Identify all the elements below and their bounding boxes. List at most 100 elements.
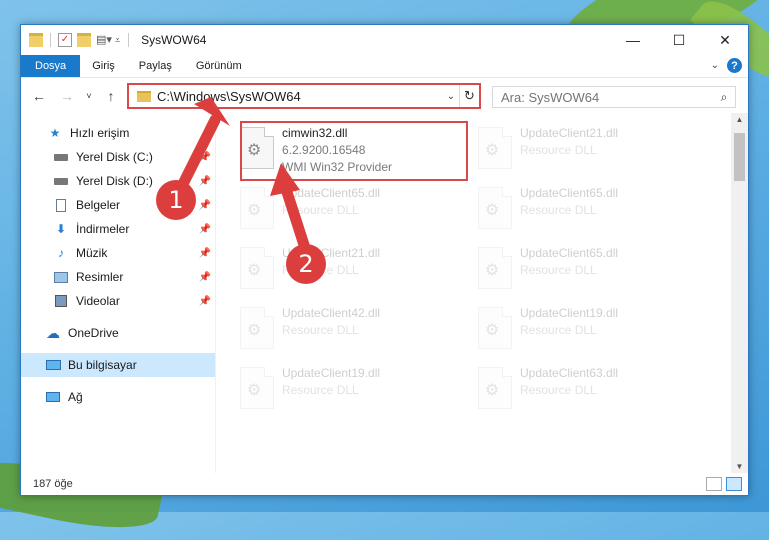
dll-file-icon: ⚙ xyxy=(240,127,274,169)
file-list: ⚙ cimwin32.dll 6.2.9200.16548 WMI Win32 … xyxy=(215,113,748,473)
sidebar-item-this-pc[interactable]: Bu bilgisayar xyxy=(21,353,215,377)
file-tile[interactable]: ⚙ UpdateClient19.dll Resource DLL xyxy=(240,361,460,417)
sidebar-item-videos[interactable]: Videolar 📌 xyxy=(21,289,215,313)
file-name: UpdateClient19.dll xyxy=(520,306,619,320)
navigation-bar: ← → ˅ ↑ C:\Windows\SysWOW64 ⌄ ↻ ⌕ xyxy=(21,77,748,113)
search-icon[interactable]: ⌕ xyxy=(713,90,735,105)
dll-file-icon: ⚙ xyxy=(478,367,512,409)
pin-icon[interactable]: 📌 xyxy=(199,296,211,307)
gear-icon: ⚙ xyxy=(247,142,262,159)
toolbar-separator xyxy=(50,33,51,47)
file-tile[interactable]: ⚙ UpdateClient65.dll Resource DLL xyxy=(478,241,698,297)
ribbon-tabs: Dosya Giriş Paylaş Görünüm ⌄ ? xyxy=(21,55,748,77)
drive-icon xyxy=(53,150,69,164)
vertical-scrollbar[interactable]: ▲ ▼ xyxy=(731,113,748,473)
pin-icon[interactable]: 📌 xyxy=(199,248,211,259)
file-meta: UpdateClient65.dll Resource DLL xyxy=(520,241,618,279)
scroll-down-icon[interactable]: ▼ xyxy=(731,462,748,471)
file-name: UpdateClient65.dll xyxy=(520,186,619,200)
back-arrow-icon[interactable]: ← xyxy=(29,88,49,104)
document-icon xyxy=(53,198,69,212)
tab-share[interactable]: Paylaş xyxy=(127,55,184,77)
customize-icon[interactable]: ▤▾ xyxy=(96,33,112,47)
file-tile[interactable]: ⚙ UpdateClient65.dll Resource DLL xyxy=(240,181,460,237)
sidebar-item-onedrive[interactable]: ☁ OneDrive xyxy=(21,321,215,345)
chevron-down-icon[interactable]: ⩡ xyxy=(115,35,120,46)
search-input[interactable] xyxy=(501,89,713,105)
gear-icon: ⚙ xyxy=(247,322,262,339)
file-tile-cimwin32[interactable]: ⚙ cimwin32.dll 6.2.9200.16548 WMI Win32 … xyxy=(240,121,460,177)
scroll-up-icon[interactable]: ▲ xyxy=(731,115,748,124)
file-tile[interactable]: ⚙ UpdateClient63.dll Resource DLL xyxy=(478,361,698,417)
pin-icon[interactable]: 📌 xyxy=(199,200,211,211)
file-tile[interactable]: ⚙ UpdateClient42.dll Resource DLL xyxy=(240,301,460,357)
sidebar-item-quick-access[interactable]: ★ Hızlı erişim xyxy=(21,121,215,145)
folder-icon[interactable] xyxy=(29,33,43,47)
file-tile[interactable]: ⚙ UpdateClient19.dll Resource DLL xyxy=(478,301,698,357)
sidebar-item-label: Bu bilgisayar xyxy=(68,358,137,372)
maximize-button[interactable]: ☐ xyxy=(656,25,702,55)
file-name: UpdateClient65.dll xyxy=(282,186,381,200)
pin-icon[interactable]: 📌 xyxy=(199,272,211,283)
pin-icon[interactable]: 📌 xyxy=(199,152,211,163)
dll-file-icon: ⚙ xyxy=(478,307,512,349)
pin-icon[interactable]: 📌 xyxy=(199,224,211,235)
file-description: Resource DLL xyxy=(282,203,359,217)
sidebar-item-downloads[interactable]: ⬇ İndirmeler 📌 xyxy=(21,217,215,241)
tab-home[interactable]: Giriş xyxy=(80,55,127,77)
file-tile[interactable]: ⚙ UpdateClient21.dll Resource DLL xyxy=(240,241,460,297)
details-view-icon[interactable] xyxy=(706,477,722,491)
recent-locations-icon[interactable]: ˅ xyxy=(79,91,99,101)
gear-icon: ⚙ xyxy=(485,202,500,219)
sidebar-item-music[interactable]: ♪ Müzik 📌 xyxy=(21,241,215,265)
sidebar-item-label: Yerel Disk (C:) xyxy=(76,150,153,164)
file-meta: UpdateClient65.dll Resource DLL xyxy=(282,181,380,219)
status-bar: 187 öğe xyxy=(21,473,748,495)
forward-arrow-icon[interactable]: → xyxy=(57,88,77,104)
file-description: Resource DLL xyxy=(520,383,597,397)
up-arrow-icon[interactable]: ↑ xyxy=(101,88,121,104)
dll-file-icon: ⚙ xyxy=(478,247,512,289)
dll-file-icon: ⚙ xyxy=(240,367,274,409)
file-description: Resource DLL xyxy=(520,263,597,277)
file-tile[interactable]: ⚙ UpdateClient65.dll Resource DLL xyxy=(478,181,698,237)
expand-ribbon-icon[interactable]: ⌄ xyxy=(711,60,719,71)
cloud-icon: ☁ xyxy=(46,324,60,341)
gear-icon: ⚙ xyxy=(485,262,500,279)
sidebar-item-pictures[interactable]: Resimler 📌 xyxy=(21,265,215,289)
drive-icon xyxy=(53,174,69,188)
file-name: UpdateClient19.dll xyxy=(282,366,381,380)
tab-file[interactable]: Dosya xyxy=(21,55,81,77)
file-tile[interactable]: ⚙ UpdateClient21.dll Resource DLL xyxy=(478,121,698,177)
sidebar-item-network[interactable]: Ağ xyxy=(21,385,215,409)
sidebar-item-label: Videolar xyxy=(76,294,120,308)
gear-icon: ⚙ xyxy=(247,202,262,219)
tab-view[interactable]: Görünüm xyxy=(184,55,254,77)
file-description: Resource DLL xyxy=(520,323,597,337)
address-dropdown-icon[interactable]: ⌄ xyxy=(443,91,459,102)
minimize-button[interactable]: — xyxy=(610,25,656,55)
dll-file-icon: ⚙ xyxy=(240,187,274,229)
pin-icon[interactable]: 📌 xyxy=(199,176,211,187)
gear-icon: ⚙ xyxy=(485,142,500,159)
file-description: Resource DLL xyxy=(520,203,597,217)
scrollbar-thumb[interactable] xyxy=(734,133,745,181)
help-icon[interactable]: ? xyxy=(727,58,742,73)
file-name: UpdateClient65.dll xyxy=(520,246,619,260)
sidebar-item-label: Yerel Disk (D:) xyxy=(76,174,153,188)
file-meta: UpdateClient63.dll Resource DLL xyxy=(520,361,618,399)
star-icon: ★ xyxy=(49,126,61,140)
folder-icon xyxy=(137,90,151,102)
sidebar-item-label: İndirmeler xyxy=(76,222,130,236)
address-path[interactable]: C:\Windows\SysWOW64 xyxy=(157,89,443,104)
properties-icon[interactable]: ✓ xyxy=(58,33,72,47)
refresh-icon[interactable]: ↻ xyxy=(459,85,479,107)
sidebar-item-drive-c[interactable]: Yerel Disk (C:) 📌 xyxy=(21,145,215,169)
address-bar[interactable]: C:\Windows\SysWOW64 ⌄ ↻ xyxy=(127,83,481,109)
tiles-view-icon[interactable] xyxy=(726,477,742,491)
new-folder-icon[interactable] xyxy=(77,33,91,47)
file-description: WMI Win32 Provider xyxy=(282,160,393,174)
search-box[interactable]: ⌕ xyxy=(492,86,736,108)
computer-icon xyxy=(45,358,61,372)
close-button[interactable]: ✕ xyxy=(702,25,748,55)
